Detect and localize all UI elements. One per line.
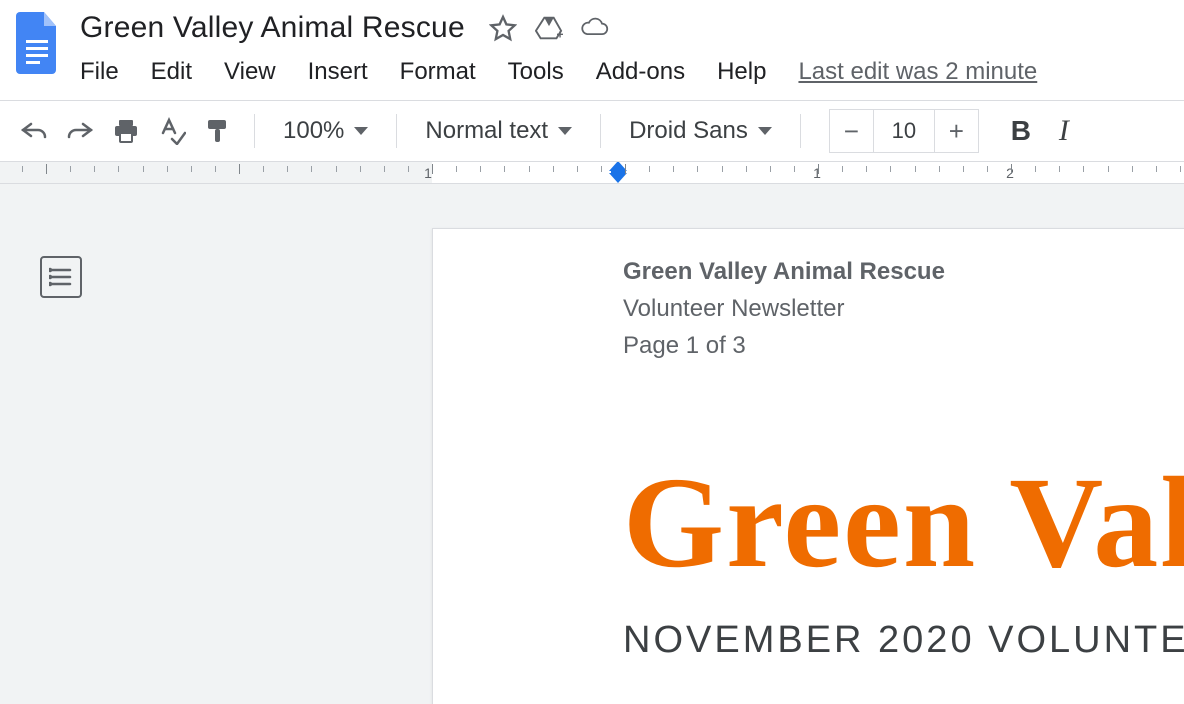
zoom-dropdown[interactable]: 100% bbox=[271, 111, 380, 151]
document-title[interactable]: Green Valley Animal Rescue bbox=[74, 9, 471, 47]
last-edit-link[interactable]: Last edit was 2 minute bbox=[798, 58, 1037, 86]
separator bbox=[600, 114, 601, 148]
redo-button[interactable] bbox=[60, 111, 100, 151]
header-bar: Green Valley Animal Rescue + File Edit V… bbox=[0, 0, 1184, 100]
paragraph-style-dropdown[interactable]: Normal text bbox=[413, 111, 584, 151]
zoom-value: 100% bbox=[283, 117, 344, 145]
menu-insert[interactable]: Insert bbox=[308, 58, 368, 86]
star-icon[interactable] bbox=[489, 14, 517, 42]
bold-button[interactable]: B bbox=[999, 115, 1043, 147]
document-heading[interactable]: Green Valley bbox=[623, 455, 1184, 592]
menu-file[interactable]: File bbox=[80, 58, 119, 86]
font-size-input[interactable] bbox=[874, 110, 934, 152]
drive-add-icon[interactable]: + bbox=[535, 14, 563, 42]
paint-format-button[interactable] bbox=[198, 111, 238, 151]
page-header-title[interactable]: Green Valley Animal Rescue bbox=[623, 253, 1184, 290]
page-header-page-number[interactable]: Page 1 of 3 bbox=[623, 327, 1184, 364]
ruler-label: 2 bbox=[1006, 165, 1014, 181]
font-family-dropdown[interactable]: Droid Sans bbox=[617, 111, 784, 151]
editor-canvas[interactable]: Green Valley Animal Rescue Volunteer New… bbox=[0, 184, 1184, 704]
document-page[interactable]: Green Valley Animal Rescue Volunteer New… bbox=[432, 228, 1184, 704]
docs-logo[interactable] bbox=[12, 8, 64, 78]
separator bbox=[254, 114, 255, 148]
print-button[interactable] bbox=[106, 111, 146, 151]
menu-format[interactable]: Format bbox=[400, 58, 476, 86]
menu-help[interactable]: Help bbox=[717, 58, 766, 86]
menu-bar: File Edit View Insert Format Tools Add-o… bbox=[74, 48, 1172, 100]
document-outline-button[interactable] bbox=[40, 256, 82, 298]
page-header-subtitle[interactable]: Volunteer Newsletter bbox=[623, 290, 1184, 327]
font-family-value: Droid Sans bbox=[629, 117, 748, 145]
font-size-decrease-button[interactable]: − bbox=[830, 110, 874, 152]
undo-button[interactable] bbox=[14, 111, 54, 151]
ruler[interactable]: 1 1 2 bbox=[0, 162, 1184, 184]
separator bbox=[396, 114, 397, 148]
toolbar: 100% Normal text Droid Sans − + B I bbox=[0, 101, 1184, 161]
separator bbox=[800, 114, 801, 148]
spellcheck-button[interactable] bbox=[152, 111, 192, 151]
menu-tools[interactable]: Tools bbox=[508, 58, 564, 86]
paragraph-style-value: Normal text bbox=[425, 117, 548, 145]
italic-button[interactable]: I bbox=[1059, 114, 1069, 148]
document-subheading[interactable]: NOVEMBER 2020 VOLUNTEER NEWSLETTER bbox=[623, 619, 1184, 662]
svg-text:+: + bbox=[556, 27, 563, 41]
menu-addons[interactable]: Add-ons bbox=[596, 58, 685, 86]
chevron-down-icon bbox=[354, 127, 368, 135]
ruler-label: 1 bbox=[813, 165, 821, 181]
font-size-control: − + bbox=[829, 109, 979, 153]
menu-edit[interactable]: Edit bbox=[151, 58, 192, 86]
font-size-increase-button[interactable]: + bbox=[934, 110, 978, 152]
menu-view[interactable]: View bbox=[224, 58, 276, 86]
chevron-down-icon bbox=[558, 127, 572, 135]
chevron-down-icon bbox=[758, 127, 772, 135]
ruler-label: 1 bbox=[424, 165, 432, 181]
cloud-saved-icon[interactable] bbox=[581, 14, 609, 42]
